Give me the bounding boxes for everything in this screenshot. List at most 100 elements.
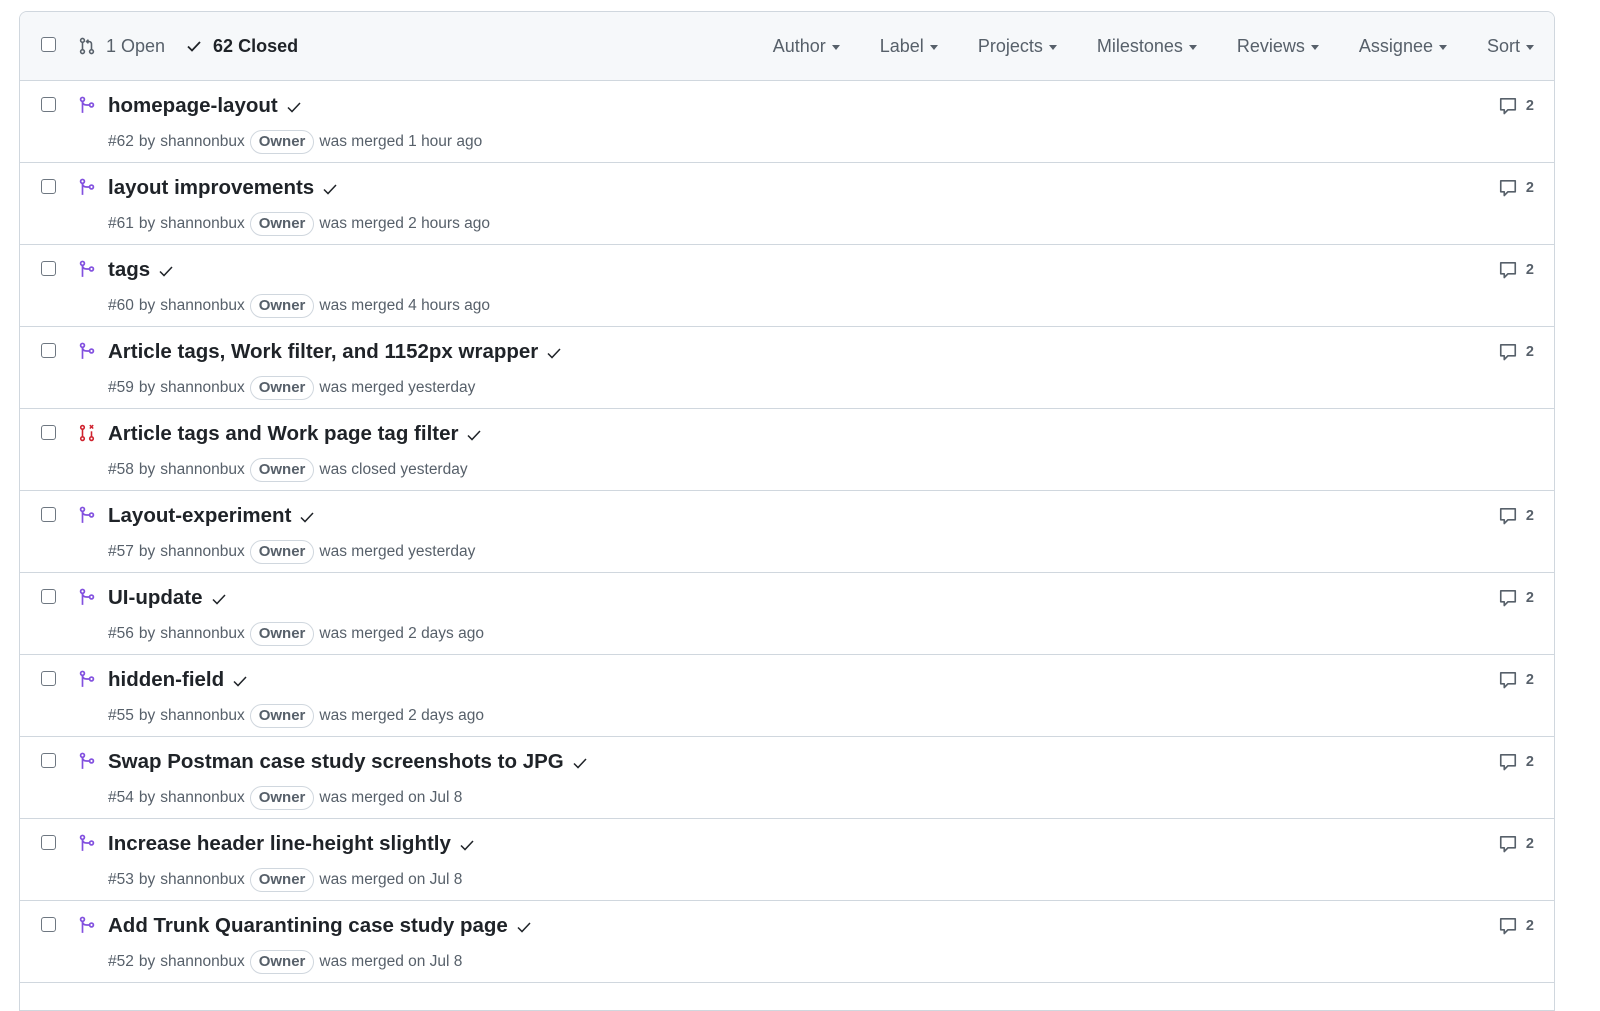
comment-count: 2	[1525, 836, 1534, 852]
pull-request-meta: #61 by shannonbux Owner was merged 2 hou…	[108, 212, 490, 236]
owner-badge: Owner	[249, 212, 315, 236]
author-link[interactable]: shannonbux	[160, 789, 244, 807]
checks-passed-icon[interactable]	[515, 919, 533, 935]
pull-request-title[interactable]: Increase header line-height slightly	[108, 832, 451, 856]
checks-passed-icon[interactable]	[157, 263, 175, 279]
caret-down-icon	[831, 44, 840, 50]
caret-down-icon	[1048, 44, 1057, 50]
comment-icon	[1499, 261, 1516, 279]
comments-link[interactable]: 2	[1498, 342, 1534, 362]
row-checkbox[interactable]	[41, 671, 56, 686]
pull-request-title[interactable]: hidden-field	[108, 668, 224, 692]
pull-request-row[interactable]: UI-update #56 by shannonbux Owner was me…	[20, 573, 1554, 655]
assignee-filter[interactable]: Assignee	[1359, 36, 1447, 57]
pull-request-row[interactable]: hidden-field #55 by shannonbux Owner was…	[20, 655, 1554, 737]
status-text: was merged on Jul 8	[319, 789, 463, 806]
pull-request-row[interactable]: Layout-experiment #57 by shannonbux Owne…	[20, 491, 1554, 573]
pull-request-meta: #62 by shannonbux Owner was merged 1 hou…	[108, 130, 482, 154]
row-checkbox[interactable]	[41, 507, 56, 522]
comment-icon	[1499, 343, 1516, 361]
comments-link[interactable]: 2	[1498, 916, 1534, 936]
git-merge-icon	[79, 342, 95, 359]
pull-request-title[interactable]: tags	[108, 258, 150, 282]
row-checkbox[interactable]	[41, 97, 56, 112]
comment-count: 2	[1525, 590, 1534, 606]
checks-passed-icon[interactable]	[321, 181, 339, 197]
projects-filter[interactable]: Projects	[978, 36, 1057, 57]
pull-request-number: #53	[108, 871, 134, 888]
pull-request-row[interactable]: Swap Postman case study screenshots to J…	[20, 737, 1554, 819]
milestones-filter[interactable]: Milestones	[1097, 36, 1197, 57]
author-link[interactable]: shannonbux	[160, 625, 244, 643]
owner-badge: Owner	[249, 622, 315, 646]
checks-passed-icon[interactable]	[210, 591, 228, 607]
title-line: hidden-field	[108, 668, 249, 692]
author-link[interactable]: shannonbux	[160, 871, 244, 889]
comment-count: 2	[1525, 918, 1534, 934]
sort-filter[interactable]: Sort	[1487, 36, 1534, 57]
row-checkbox[interactable]	[41, 835, 56, 850]
author-link[interactable]: shannonbux	[160, 215, 244, 233]
checks-passed-icon[interactable]	[458, 837, 476, 853]
row-checkbox[interactable]	[41, 425, 56, 440]
author-link[interactable]: shannonbux	[160, 379, 244, 397]
author-link[interactable]: shannonbux	[160, 133, 244, 151]
comments-link[interactable]: 2	[1498, 588, 1534, 608]
state-icon-slot	[78, 341, 96, 366]
pull-request-meta: #59 by shannonbux Owner was merged yeste…	[108, 376, 475, 400]
closed-filter-button[interactable]: 62 Closed	[185, 36, 298, 57]
comments-link[interactable]: 2	[1498, 178, 1534, 198]
pull-request-row[interactable]: Article tags, Work filter, and 1152px wr…	[20, 327, 1554, 409]
label-filter[interactable]: Label	[880, 36, 938, 57]
comments-link[interactable]: 2	[1498, 260, 1534, 280]
checks-passed-icon[interactable]	[285, 99, 303, 115]
checks-passed-icon[interactable]	[571, 755, 589, 771]
pull-request-row[interactable]: homepage-layout #62 by shannonbux Owner …	[20, 81, 1554, 163]
pull-request-row[interactable]: Article tags and Work page tag filter #5…	[20, 409, 1554, 491]
title-line: Article tags and Work page tag filter	[108, 422, 483, 446]
row-checkbox[interactable]	[41, 343, 56, 358]
closed-count-label: 62 Closed	[213, 35, 299, 56]
row-checkbox[interactable]	[41, 261, 56, 276]
comments-link[interactable]: 2	[1498, 752, 1534, 772]
pull-request-title[interactable]: Add Trunk Quarantining case study page	[108, 914, 508, 938]
select-all-checkbox[interactable]	[41, 37, 56, 52]
comments-link[interactable]: 2	[1498, 506, 1534, 526]
comments-link[interactable]: 2	[1498, 670, 1534, 690]
checks-passed-icon[interactable]	[465, 427, 483, 443]
checks-passed-icon[interactable]	[298, 509, 316, 525]
author-link[interactable]: shannonbux	[160, 953, 244, 971]
author-link[interactable]: shannonbux	[160, 297, 244, 315]
row-checkbox[interactable]	[41, 917, 56, 932]
status-text: was closed yesterday	[319, 461, 468, 478]
pull-request-row[interactable]: layout improvements #61 by shannonbux Ow…	[20, 163, 1554, 245]
checks-passed-icon[interactable]	[545, 345, 563, 361]
pull-request-row[interactable]: tags #60 by shannonbux Owner was merged …	[20, 245, 1554, 327]
comment-icon	[1499, 97, 1516, 115]
pull-request-row[interactable]: Increase header line-height slightly #53…	[20, 819, 1554, 901]
pull-request-title[interactable]: UI-update	[108, 586, 203, 610]
author-link[interactable]: shannonbux	[160, 543, 244, 561]
author-filter[interactable]: Author	[773, 36, 840, 57]
author-link[interactable]: shannonbux	[160, 707, 244, 725]
comment-count: 2	[1525, 262, 1534, 278]
author-link[interactable]: shannonbux	[160, 461, 244, 479]
comments-link[interactable]: 2	[1498, 834, 1534, 854]
pull-request-title[interactable]: Article tags and Work page tag filter	[108, 422, 458, 446]
comments-link[interactable]: 2	[1498, 96, 1534, 116]
pull-request-title[interactable]: Layout-experiment	[108, 504, 291, 528]
row-checkbox[interactable]	[41, 179, 56, 194]
pull-request-row[interactable]: Add Trunk Quarantining case study page #…	[20, 901, 1554, 983]
pull-request-title[interactable]: Swap Postman case study screenshots to J…	[108, 750, 564, 774]
pull-request-title[interactable]: homepage-layout	[108, 94, 278, 118]
reviews-filter[interactable]: Reviews	[1237, 36, 1319, 57]
checks-passed-icon[interactable]	[231, 673, 249, 689]
pull-request-title[interactable]: Article tags, Work filter, and 1152px wr…	[108, 340, 538, 364]
open-filter-button[interactable]: 1 Open	[78, 36, 165, 57]
filter-label: Reviews	[1236, 35, 1305, 56]
comment-icon	[1499, 671, 1516, 689]
row-checkbox[interactable]	[41, 753, 56, 768]
pull-request-list: 1 Open 62 Closed Author Label Projects M…	[19, 11, 1555, 1011]
pull-request-title[interactable]: layout improvements	[108, 176, 314, 200]
row-checkbox[interactable]	[41, 589, 56, 604]
